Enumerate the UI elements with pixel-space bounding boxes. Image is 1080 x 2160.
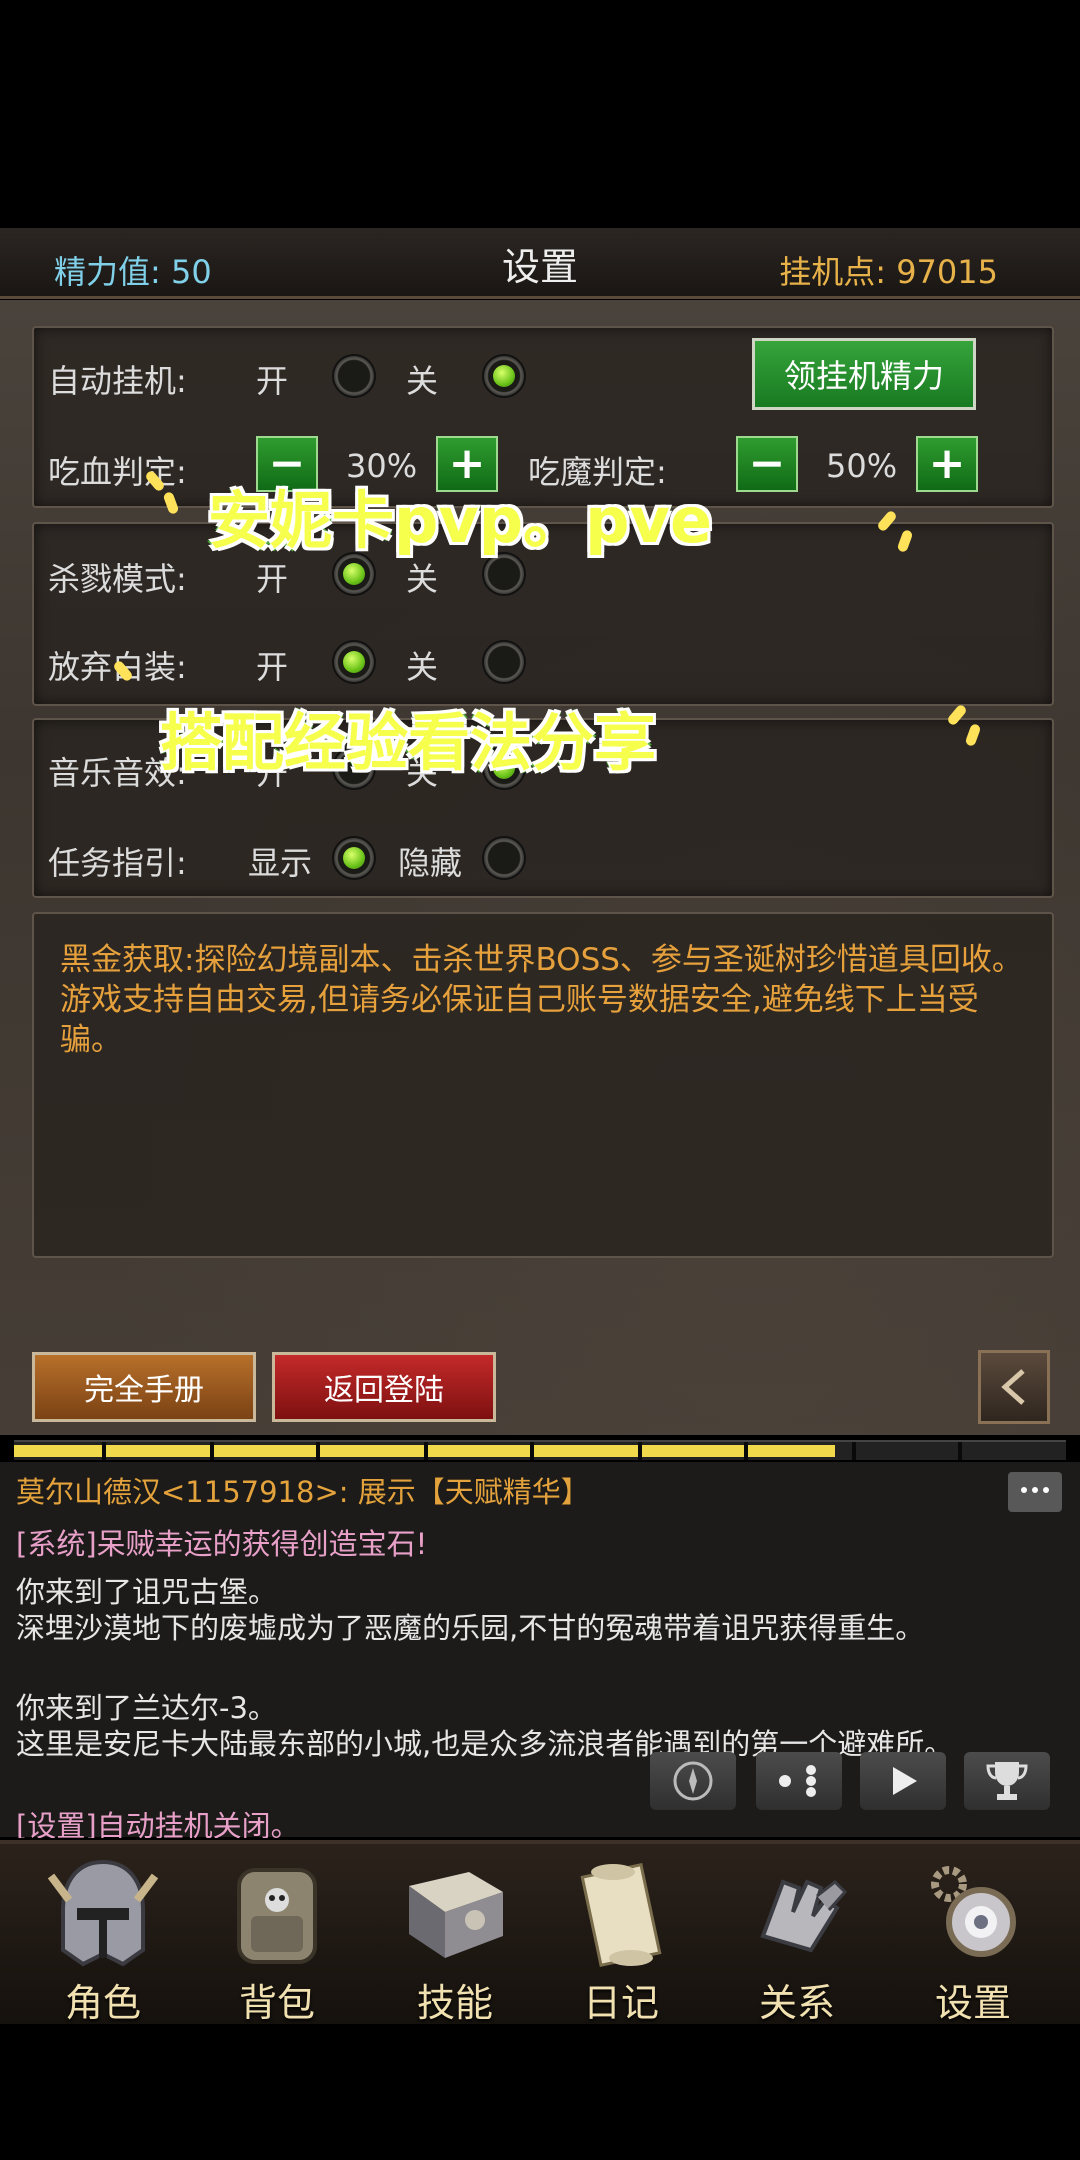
quest-guide-show-label: 显示 <box>248 844 313 882</box>
kill-mode-on-radio[interactable] <box>334 554 374 594</box>
dice-button[interactable] <box>756 1752 842 1810</box>
collapse-button[interactable] <box>978 1350 1050 1424</box>
kill-mode-on-label: 开 <box>256 560 289 598</box>
compass-button[interactable] <box>650 1752 736 1810</box>
kill-mode-label: 杀戮模式: <box>48 560 187 598</box>
trophy-icon <box>986 1762 1028 1800</box>
nav-item-character[interactable]: 角色 <box>28 1856 178 2025</box>
dots-icon <box>779 1765 816 1797</box>
auto-idle-on-radio[interactable] <box>334 356 374 396</box>
discard-white-on-radio[interactable] <box>334 642 374 682</box>
hp-threshold-label: 吃血判定: <box>48 453 187 491</box>
full-manual-button[interactable]: 完全手册 <box>32 1352 256 1422</box>
claim-energy-button[interactable]: 领挂机精力 <box>752 338 976 410</box>
nav-item-backpack[interactable]: 背包 <box>202 1856 352 2025</box>
skill-book-icon <box>409 1872 503 1958</box>
chat-bubble-icon[interactable] <box>1008 1472 1062 1512</box>
auto-idle-off-radio[interactable] <box>484 356 524 396</box>
scroll-icon <box>580 1862 662 1968</box>
discard-white-on-label: 开 <box>256 648 289 686</box>
auto-idle-label: 自动挂机: <box>48 362 187 400</box>
chat-line: 你来到了诅咒古堡。 <box>16 1575 278 1609</box>
discard-white-off-label: 关 <box>406 648 439 686</box>
mp-minus-button[interactable]: − <box>736 436 798 492</box>
auto-idle-off-label: 关 <box>406 362 439 400</box>
return-login-button[interactable]: 返回登陆 <box>272 1352 496 1422</box>
auto-idle-on-label: 开 <box>256 362 289 400</box>
notice-box: 黑金获取:探险幻境副本、击杀世界BOSS、参与圣诞树珍惜道具回收。 游戏支持自由… <box>32 912 1054 1258</box>
chat-line: [系统]呆贼幸运的获得创造宝石! <box>16 1527 428 1561</box>
overlay-caption-line2: 搭配经验看法分享 <box>158 704 658 781</box>
quest-guide-hide-label: 隐藏 <box>398 844 463 882</box>
kill-mode-off-radio[interactable] <box>484 554 524 594</box>
chat-line: 深埋沙漠地下的废墟成为了恶魔的乐园,不甘的冤魂带着诅咒获得重生。 <box>16 1611 925 1645</box>
xp-progress-bar <box>14 1440 1066 1460</box>
kill-mode-off-label: 关 <box>406 560 439 598</box>
mp-plus-button[interactable]: + <box>916 436 978 492</box>
nav-label: 角色 <box>64 1981 141 2025</box>
play-icon <box>893 1767 917 1795</box>
play-button[interactable] <box>860 1752 946 1810</box>
nav-item-diary[interactable]: 日记 <box>546 1856 696 2025</box>
notice-line-2: 游戏支持自由交易,但请务必保证自己账号数据安全,避免线下上当受骗。 <box>60 982 979 1058</box>
helmet-icon <box>47 1859 159 1967</box>
idle-points: 挂机点: 97015 <box>779 253 998 291</box>
backpack-icon <box>237 1868 317 1964</box>
settings-gear-icon <box>931 1866 1016 1957</box>
trophy-button[interactable] <box>964 1752 1050 1810</box>
mp-threshold-value: 50% <box>826 447 898 485</box>
discard-white-off-radio[interactable] <box>484 642 524 682</box>
nav-label: 日记 <box>582 1981 659 2025</box>
gauntlet-icon <box>760 1879 848 1953</box>
nav-label: 背包 <box>238 1981 315 2025</box>
nav-item-skills[interactable]: 技能 <box>380 1856 530 2025</box>
quest-guide-hide-radio[interactable] <box>484 838 524 878</box>
compass-icon <box>673 1761 713 1801</box>
chat-line: [设置]自动挂机关闭。 <box>16 1809 300 1838</box>
chat-line: 莫尔山德汉<1157918>: 展示【天赋精华】 <box>16 1475 590 1509</box>
nav-item-relations[interactable]: 关系 <box>722 1856 872 2025</box>
overlay-caption-line1: 安妮卡pvp。pve <box>206 482 714 559</box>
nav-item-settings[interactable]: 设置 <box>898 1856 1048 2025</box>
nav-label: 关系 <box>758 1981 835 2025</box>
nav-label: 技能 <box>416 1981 493 2025</box>
notice-line-1: 黑金获取:探险幻境副本、击杀世界BOSS、参与圣诞树珍惜道具回收。 <box>60 942 1023 978</box>
quest-guide-label: 任务指引: <box>48 844 187 882</box>
chat-line: 你来到了兰达尔-3。 <box>16 1691 277 1725</box>
chevron-left-icon <box>1001 1369 1025 1405</box>
nav-label: 设置 <box>934 1981 1011 2025</box>
quest-guide-show-radio[interactable] <box>334 838 374 878</box>
